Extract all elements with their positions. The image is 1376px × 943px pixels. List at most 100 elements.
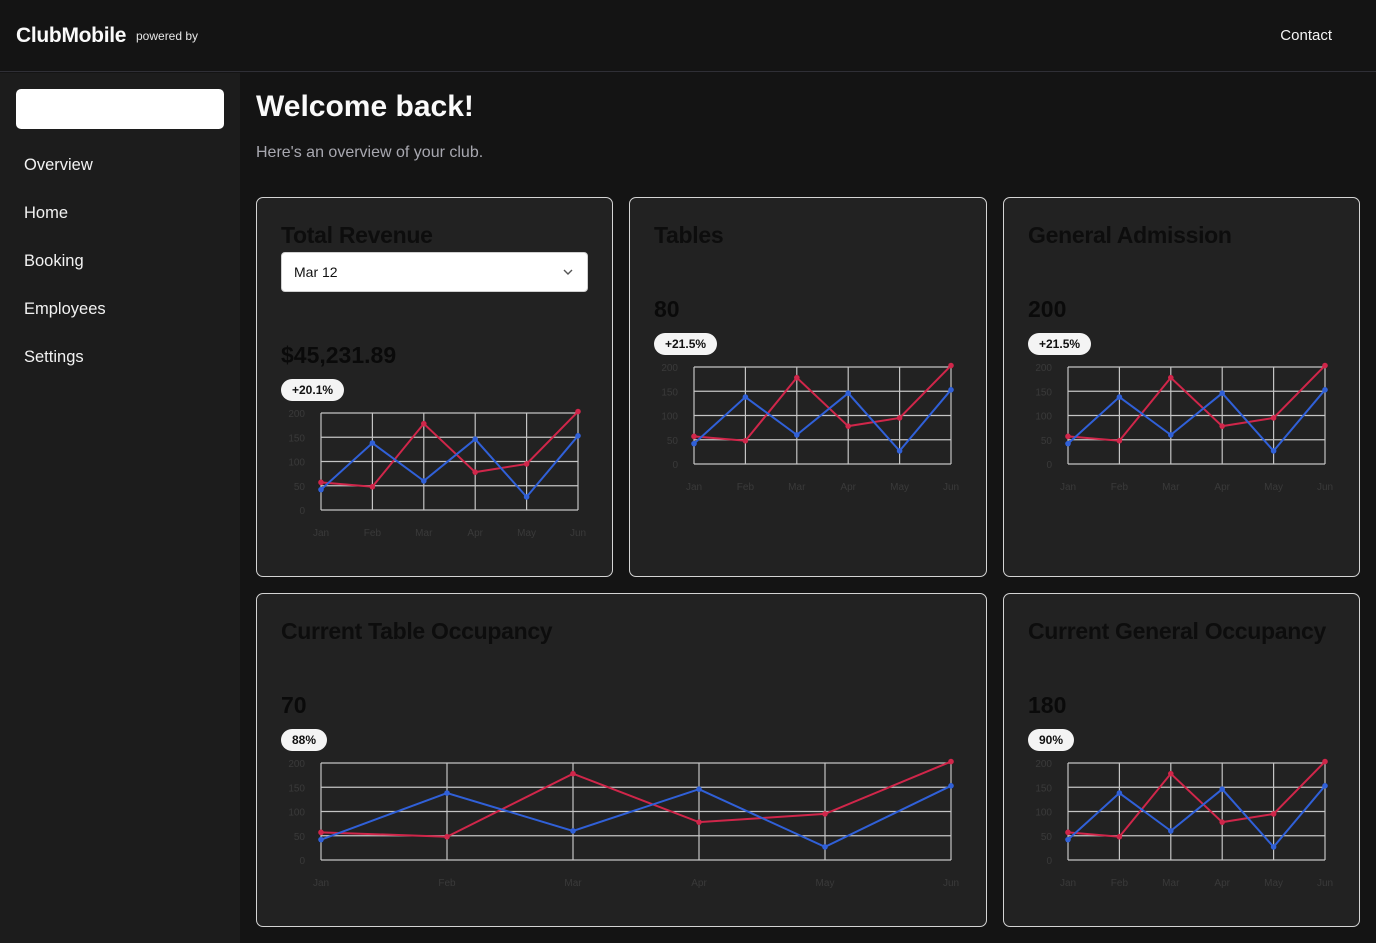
date-select[interactable]: Mar 12 [281,252,588,292]
x-tick-label: Jan [686,482,702,493]
x-tick-label: Mar [415,528,433,539]
data-point [523,494,530,500]
sidebar-item-booking[interactable]: Booking [24,252,84,271]
y-tick-label: 150 [288,783,305,794]
general-admission-line-chart: 0 50 100 150 200 Jan Feb Mar Apr May Jun [1035,362,1333,493]
data-point [369,483,376,490]
date-select-value: Mar 12 [294,264,338,280]
data-point [1116,833,1123,840]
data-point [896,448,903,454]
data-point [1270,811,1277,817]
search-input[interactable] [16,89,224,129]
data-point [472,469,478,475]
data-point [696,819,702,825]
data-point [896,415,903,421]
page-subtitle: Here's an overview of your club. [256,144,484,161]
data-point [1270,844,1277,850]
data-point [1219,819,1225,825]
y-tick-label: 50 [1041,436,1053,447]
data-point [1270,415,1277,421]
x-tick-label: May [1264,878,1283,889]
data-point [1168,828,1174,834]
data-point [822,844,828,850]
x-tick-label: Mar [564,878,582,889]
y-tick-label: 150 [1035,387,1052,398]
x-tick-label: Feb [1111,482,1129,493]
data-point [1065,433,1071,440]
series-line [320,784,952,849]
x-tick-label: Mar [1162,878,1180,889]
data-point [691,440,697,447]
data-point [421,478,427,484]
data-point [421,420,427,427]
tables-line-chart: 0 50 100 150 200 Jan Feb Mar Apr May Jun [661,362,959,493]
data-point [575,408,581,415]
sidebar-item-employees[interactable]: Employees [24,300,106,319]
sidebar-item-home[interactable]: Home [24,204,68,223]
card-value: 80 [654,296,680,322]
y-tick-label: 0 [299,506,305,517]
top-bar: ClubMobile powered by Contact [0,0,1376,72]
status-badge: +20.1% [281,379,345,401]
series-line [320,410,579,488]
x-tick-label: Feb [737,482,755,493]
y-tick-label: 200 [288,409,305,420]
data-point [1322,758,1328,765]
status-badge: 90% [1028,729,1075,751]
y-tick-label: 200 [661,363,678,374]
y-tick-label: 50 [667,436,679,447]
data-point [696,786,702,792]
tables-card: Tables 80 +21.5% 0 50 100 150 200 Jan Feb Mar Ap… [629,197,987,577]
data-point [318,829,324,836]
contact-link[interactable]: Contact [1280,27,1332,44]
data-point [570,770,576,777]
sidebar-item-settings[interactable]: Settings [24,348,84,367]
y-tick-label: 100 [1035,412,1052,423]
data-point [1116,790,1123,796]
series-line [1067,389,1326,453]
card-title: General Admission [1028,222,1232,248]
data-point [1065,829,1071,836]
data-point [1168,432,1174,438]
x-tick-label: Apr [840,482,856,493]
data-point [1219,423,1225,429]
x-tick-label: Mar [1162,482,1180,493]
series-line [1067,760,1326,838]
data-point [794,432,800,438]
y-tick-label: 100 [1035,808,1052,819]
card-value: 70 [281,692,307,718]
y-tick-label: 100 [288,458,305,469]
data-point [948,362,954,369]
data-point [575,432,581,439]
x-tick-label: Apr [467,528,483,539]
series-line [1067,364,1326,442]
status-badge: +21.5% [1028,333,1092,355]
y-tick-label: 0 [672,460,678,471]
data-point [1116,437,1123,444]
x-tick-label: May [890,482,909,493]
x-tick-label: Mar [788,482,806,493]
brand-logo[interactable]: ClubMobile [16,24,126,48]
series-line [320,435,579,499]
y-tick-label: 50 [294,832,306,843]
data-point [1168,770,1174,777]
data-point [1219,390,1225,396]
x-tick-label: Jan [313,528,329,539]
main-content: Welcome back! Here's an overview of your… [240,73,1376,943]
card-title: Tables [654,222,724,248]
x-tick-label: Jun [570,528,586,539]
series-line [693,389,952,453]
x-tick-label: Jun [943,878,959,889]
data-point [369,440,376,446]
y-tick-label: 150 [661,387,678,398]
sidebar-item-overview[interactable]: Overview [24,156,93,175]
y-tick-label: 0 [299,856,305,867]
y-tick-label: 50 [294,482,306,493]
data-point [444,790,450,796]
data-point [318,486,324,493]
general-occupancy-card: Current General Occupancy 180 90% 0 50 100… [1003,593,1360,927]
x-tick-label: Feb [1111,878,1129,889]
general-occupancy-line-chart: 0 50 100 150 200 Jan Feb Mar Apr May Jun [1035,758,1333,889]
data-point [742,437,749,444]
status-badge: 88% [281,729,328,751]
